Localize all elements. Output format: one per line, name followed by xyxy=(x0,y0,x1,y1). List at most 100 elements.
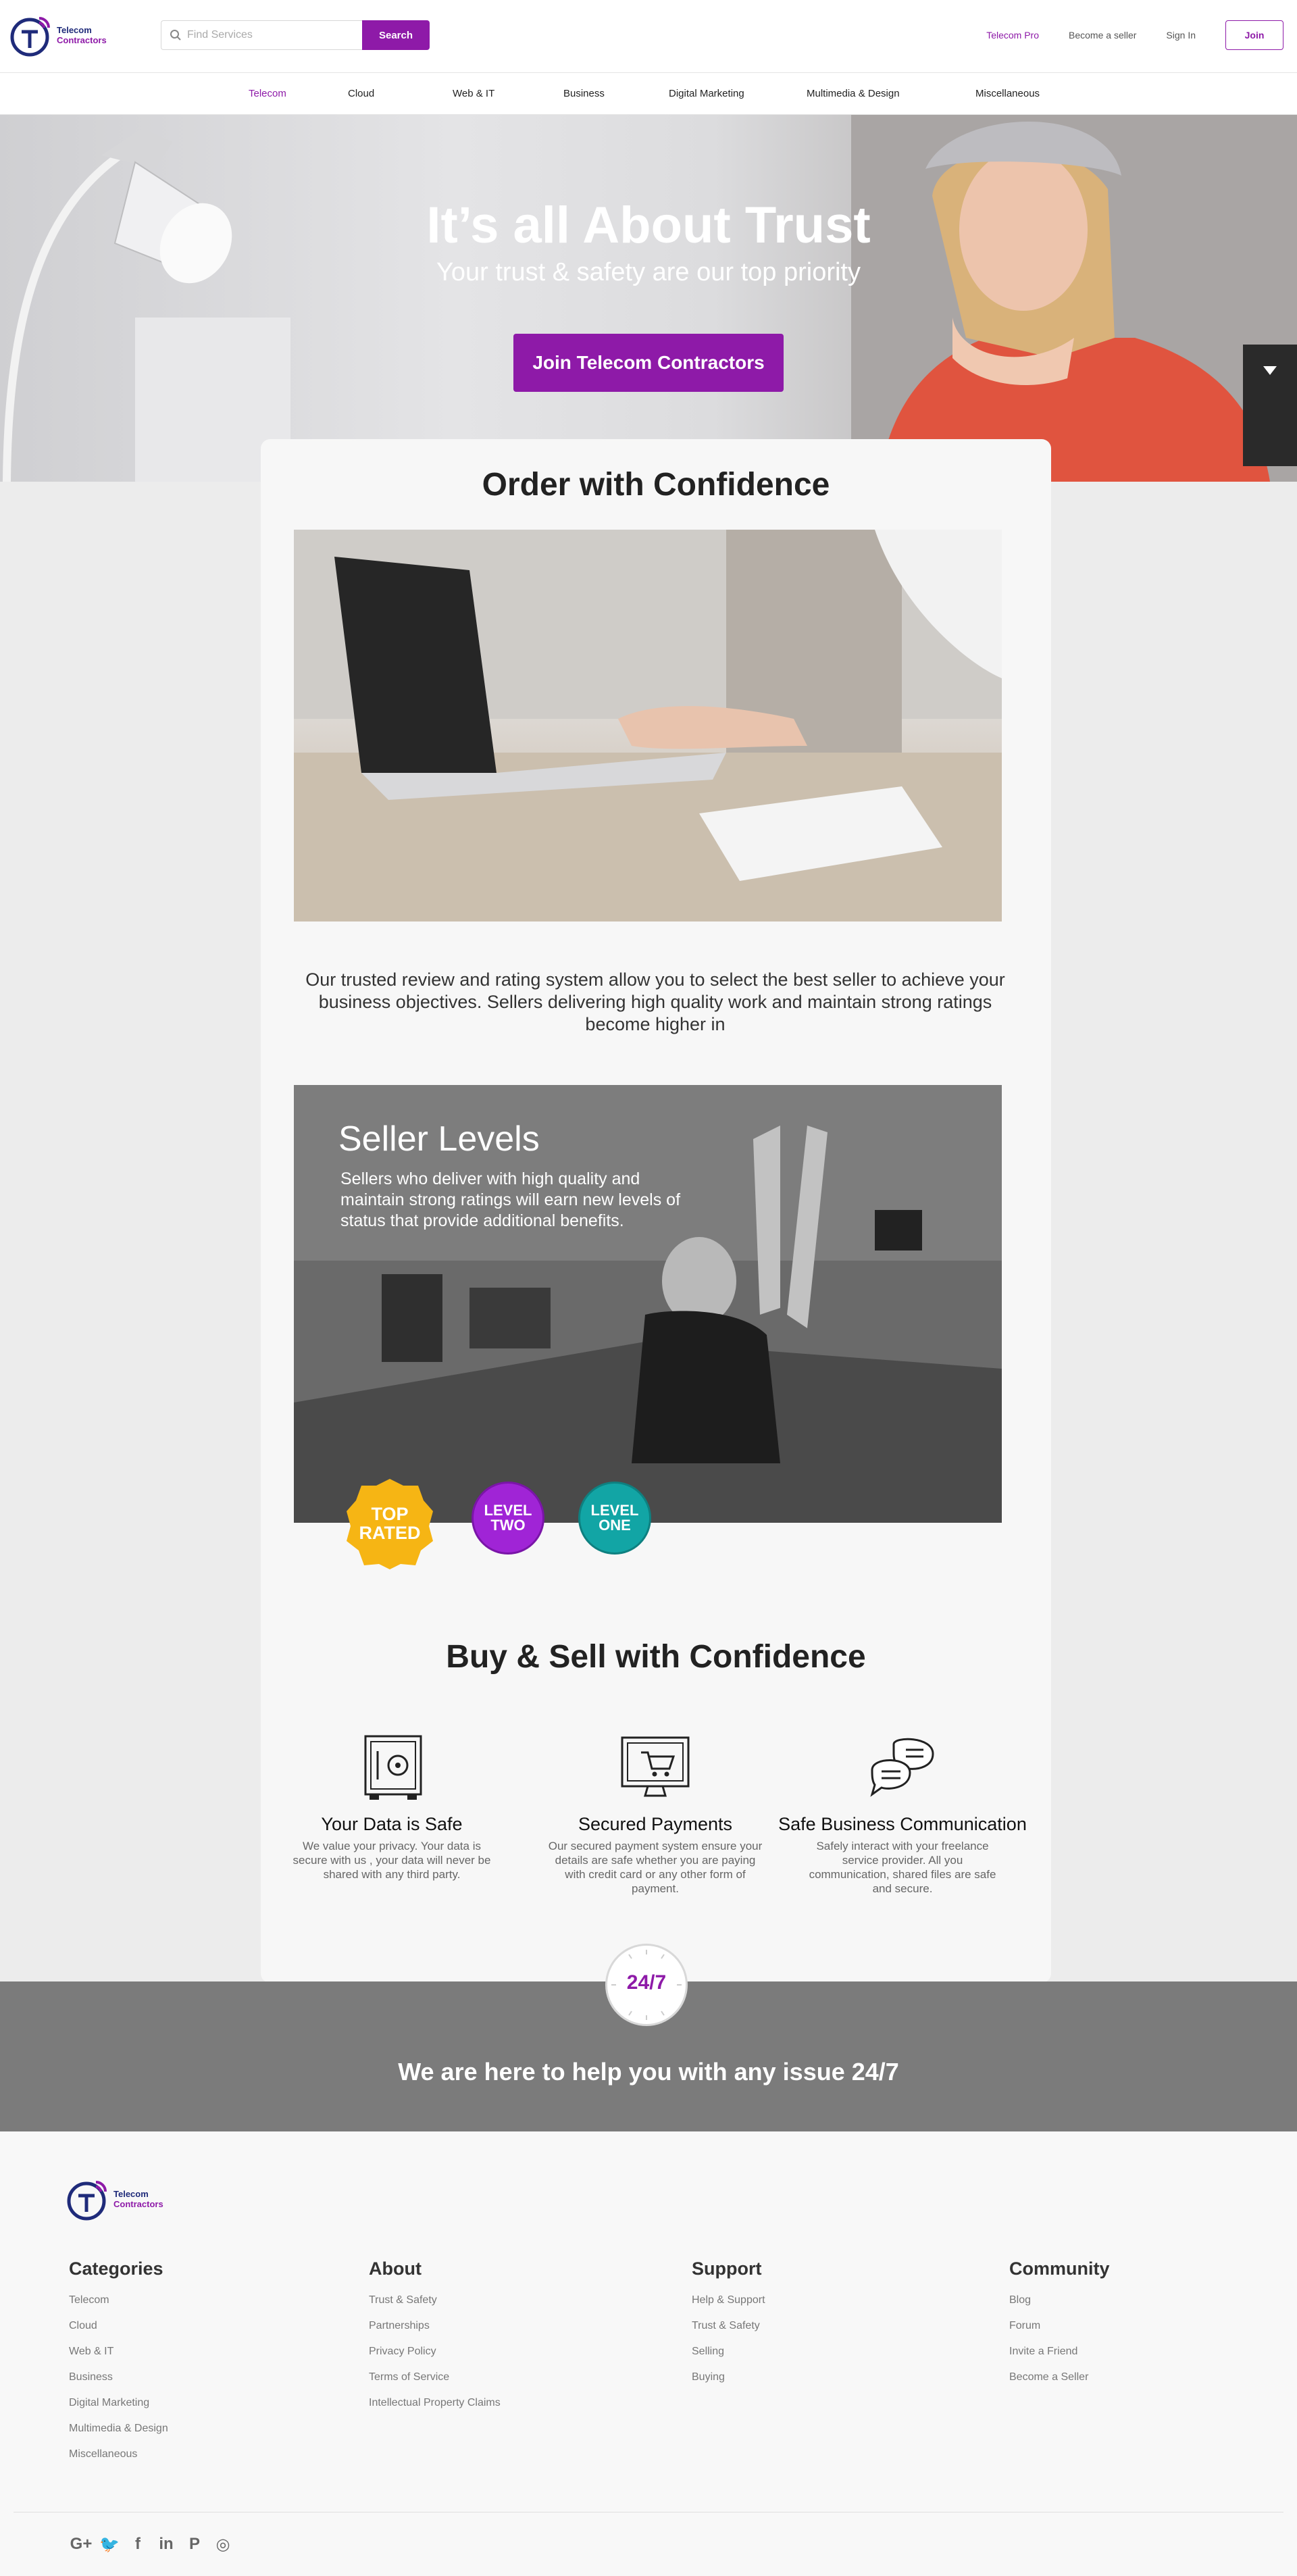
join-button[interactable]: Join xyxy=(1225,20,1283,50)
footer-logo-line1: Telecom xyxy=(113,2189,149,2199)
trust-card: Order with Confidence Our trusted review… xyxy=(261,439,1051,1983)
footer-logo-mark-icon xyxy=(67,2181,107,2221)
google-plus-icon[interactable]: G+ xyxy=(68,2534,95,2554)
feature-safe-communication-title: Safe Business Communication xyxy=(778,1814,1027,1834)
search-bar: Search xyxy=(161,20,430,50)
footer-col-categories: Categories Telecom Cloud Web & IT Busine… xyxy=(69,2258,168,2474)
footer-link[interactable]: Terms of Service xyxy=(369,2371,501,2397)
seller-levels-panel: Seller Levels Sellers who deliver with h… xyxy=(294,1085,1002,1523)
footer-link[interactable]: Cloud xyxy=(69,2320,168,2346)
footer-col-community: Community Blog Forum Invite a Friend Bec… xyxy=(1009,2258,1110,2397)
footer-link[interactable]: Selling xyxy=(692,2346,765,2371)
footer-link[interactable]: Web & IT xyxy=(69,2346,168,2371)
feature-data-safe: Your Data is Safe We value your privacy.… xyxy=(263,1731,520,1882)
feature-secured-payments: Secured Payments Our secured payment sys… xyxy=(527,1731,784,1896)
become-seller-link[interactable]: Become a seller xyxy=(1069,30,1136,41)
linkedin-icon[interactable]: in xyxy=(153,2534,180,2554)
join-telecom-contractors-button[interactable]: Join Telecom Contractors xyxy=(513,334,784,392)
woman-photo-image xyxy=(851,115,1297,482)
footer-logo-line2: Contractors xyxy=(113,2199,163,2209)
footer-col-title: Categories xyxy=(69,2258,163,2279)
level-one-badge: LEVEL ONE xyxy=(578,1482,651,1555)
top-rated-badge-text: TOP RATED xyxy=(359,1505,421,1542)
footer-link[interactable]: Telecom xyxy=(69,2294,168,2320)
instagram-icon[interactable]: ◎ xyxy=(209,2534,236,2554)
footer-link[interactable]: Digital Marketing xyxy=(69,2397,168,2423)
nav-telecom[interactable]: Telecom xyxy=(249,88,286,99)
badge-level-two-line1: LEVEL xyxy=(484,1502,532,1519)
category-nav: Telecom Cloud Web & IT Business Digital … xyxy=(0,73,1297,115)
nav-cloud[interactable]: Cloud xyxy=(348,88,374,99)
top-rated-badge: TOP RATED xyxy=(342,1476,437,1571)
footer-col-title: Support xyxy=(692,2258,762,2279)
nav-business[interactable]: Business xyxy=(563,88,605,99)
feature-data-safe-desc: We value your privacy. Your data is secu… xyxy=(293,1840,491,1881)
footer-col-about: About Trust & Safety Partnerships Privac… xyxy=(369,2258,501,2423)
nav-miscellaneous[interactable]: Miscellaneous xyxy=(975,88,1040,99)
footer-link[interactable]: Help & Support xyxy=(692,2294,765,2320)
logo[interactable]: Telecom Contractors xyxy=(9,11,111,59)
badge-level-one-line1: LEVEL xyxy=(590,1502,639,1519)
footer-link[interactable]: Become a Seller xyxy=(1009,2371,1110,2397)
logo-line2: Contractors xyxy=(57,35,107,45)
logo-line1: Telecom xyxy=(57,25,92,35)
social-links: G+ 🐦 f in P ◎ xyxy=(68,2534,238,2554)
seller-levels-description: Sellers who deliver with high quality an… xyxy=(340,1169,681,1230)
feature-secured-payments-desc: Our secured payment system ensure your d… xyxy=(548,1840,763,1895)
site-footer: Telecom Contractors Categories Telecom C… xyxy=(0,2131,1297,2576)
support-text: We are here to help you with any issue 2… xyxy=(398,2058,899,2086)
footer-link[interactable]: Privacy Policy xyxy=(369,2346,501,2371)
chat-bubbles-icon xyxy=(870,1738,934,1797)
hero-title: It’s all About Trust xyxy=(426,197,871,254)
footer-link[interactable]: Multimedia & Design xyxy=(69,2423,168,2448)
footer-link[interactable]: Invite a Friend xyxy=(1009,2346,1110,2371)
nav-web-it[interactable]: Web & IT xyxy=(453,88,494,99)
footer-logo[interactable]: Telecom Contractors xyxy=(66,2175,168,2223)
level-two-badge-text: LEVEL TWO xyxy=(484,1503,532,1533)
footer-link[interactable]: Trust & Safety xyxy=(369,2294,501,2320)
buy-sell-section-title: Buy & Sell with Confidence xyxy=(446,1639,866,1675)
clock-icon: 24/7 xyxy=(605,1944,688,2026)
laptop-photo-image xyxy=(294,530,1002,921)
order-section-title: Order with Confidence xyxy=(482,467,830,503)
footer-link[interactable]: Intellectual Property Claims xyxy=(369,2397,501,2423)
level-one-badge-text: LEVEL ONE xyxy=(591,1503,639,1533)
site-header: Telecom Contractors Search Telecom Pro B… xyxy=(0,0,1297,73)
search-input[interactable] xyxy=(187,29,349,41)
top-links: Telecom Pro Become a seller Sign In Join xyxy=(986,20,1283,50)
search-field-wrapper xyxy=(161,20,362,50)
footer-link[interactable]: Partnerships xyxy=(369,2320,501,2346)
pinterest-icon[interactable]: P xyxy=(181,2534,208,2554)
search-icon xyxy=(170,30,181,41)
footer-link[interactable]: Trust & Safety xyxy=(692,2320,765,2346)
footer-link[interactable]: Blog xyxy=(1009,2294,1110,2320)
hero-banner: It’s all About Trust Your trust & safety… xyxy=(0,115,1297,482)
safe-icon xyxy=(364,1735,422,1800)
footer-col-support: Support Help & Support Trust & Safety Se… xyxy=(692,2258,765,2397)
twitter-icon[interactable]: 🐦 xyxy=(96,2534,123,2554)
footer-link[interactable]: Business xyxy=(69,2371,168,2397)
footer-link[interactable]: Miscellaneous xyxy=(69,2448,168,2474)
badge-level-one-line2: ONE xyxy=(599,1517,631,1534)
hero-subtitle: Your trust & safety are our top priority xyxy=(436,258,861,286)
footer-col-title: About xyxy=(369,2258,422,2279)
badge-level-two-line2: TWO xyxy=(490,1517,526,1534)
feature-data-safe-title: Your Data is Safe xyxy=(321,1814,463,1834)
footer-link[interactable]: Forum xyxy=(1009,2320,1110,2346)
cart-monitor-icon xyxy=(621,1736,690,1797)
clock-label: 24/7 xyxy=(626,1971,667,1994)
sign-in-link[interactable]: Sign In xyxy=(1166,30,1196,41)
nav-multimedia-design[interactable]: Multimedia & Design xyxy=(807,88,900,99)
seller-levels-title: Seller Levels xyxy=(338,1119,540,1159)
footer-col-title: Community xyxy=(1009,2258,1110,2279)
laptop-illustration xyxy=(294,530,1002,921)
telecom-pro-link[interactable]: Telecom Pro xyxy=(986,30,1039,41)
facebook-icon[interactable]: f xyxy=(124,2534,151,2554)
search-button[interactable]: Search xyxy=(362,20,430,50)
feature-secured-payments-title: Secured Payments xyxy=(578,1814,733,1834)
footer-logo-text: Telecom Contractors xyxy=(113,2189,163,2209)
footer-link[interactable]: Buying xyxy=(692,2371,765,2397)
desk-lamp-image xyxy=(3,128,290,482)
nav-digital-marketing[interactable]: Digital Marketing xyxy=(669,88,744,99)
order-description: Our trusted review and rating system all… xyxy=(305,969,1005,1034)
